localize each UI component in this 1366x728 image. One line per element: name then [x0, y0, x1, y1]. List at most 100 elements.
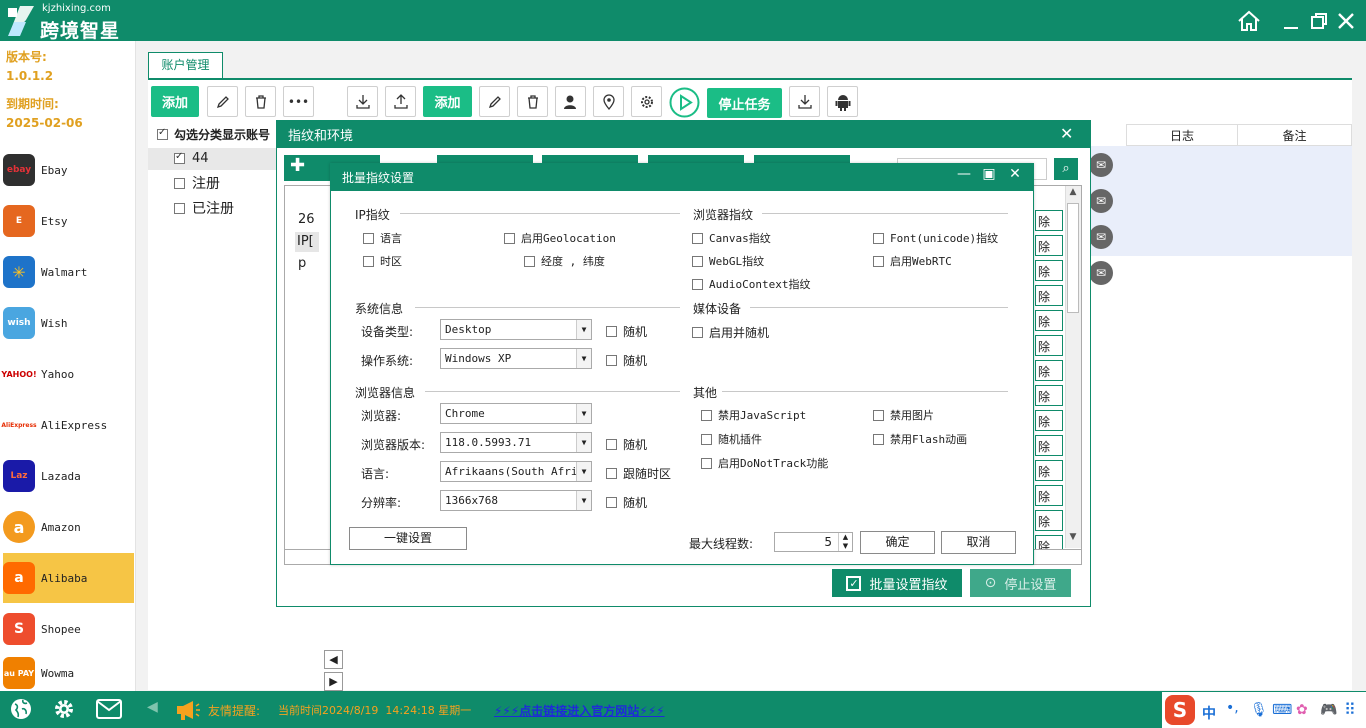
delete-row-button[interactable]: 除 [1035, 285, 1063, 306]
platform-etsy[interactable]: E Etsy [3, 196, 134, 246]
scroll-left-icon[interactable]: ◀ [324, 650, 343, 669]
opt-font[interactable]: Font(unicode)指纹 [873, 230, 998, 246]
checkbox[interactable] [504, 232, 515, 244]
checkbox[interactable] [606, 497, 617, 508]
ime-language[interactable]: 中 [1202, 703, 1216, 723]
checkbox[interactable] [701, 457, 712, 469]
opt-disable-flash[interactable]: 禁用Flash动画 [873, 431, 967, 447]
android-icon[interactable] [827, 86, 858, 117]
delete-row-button[interactable]: 除 [1035, 360, 1063, 381]
platform-lazada[interactable]: Laz Lazada [3, 451, 134, 501]
opt-webgl[interactable]: WebGL指纹 [692, 253, 764, 269]
mail-icon[interactable]: ✉ [1089, 225, 1113, 249]
opt-canvas[interactable]: Canvas指纹 [692, 230, 771, 246]
browser-select[interactable]: Chrome ▼ [440, 403, 592, 424]
home-icon[interactable] [1236, 8, 1262, 34]
sogou-ime-icon[interactable]: S [1165, 695, 1195, 725]
platform-wish[interactable]: wish Wish [3, 298, 134, 348]
dialog-minimize-icon[interactable]: — [954, 166, 974, 182]
platform-alibaba[interactable]: a Alibaba [3, 553, 134, 603]
maximize-icon[interactable] [1306, 8, 1332, 34]
stop-task-button[interactable]: 停止任务 [707, 88, 782, 118]
opt-geolocation[interactable]: 启用Geolocation [504, 230, 616, 246]
opt-language[interactable]: 语言 [363, 230, 402, 246]
checkbox[interactable] [692, 255, 703, 267]
checkbox[interactable] [701, 433, 712, 445]
opt-follow-timezone[interactable]: 跟随时区 [606, 465, 671, 482]
settings-gear-icon[interactable] [52, 697, 76, 721]
ok-button[interactable]: 确定 [860, 531, 935, 554]
checkbox[interactable] [873, 409, 884, 421]
search-icon[interactable]: ⌕ [1054, 158, 1078, 180]
trash-icon[interactable] [245, 86, 276, 117]
category-checkbox[interactable] [174, 151, 185, 164]
select-all-checkbox[interactable] [157, 127, 168, 140]
mail-icon[interactable]: ✉ [1089, 153, 1113, 177]
delete-row-button[interactable]: 除 [1035, 260, 1063, 281]
close-icon[interactable] [1333, 8, 1359, 34]
skin-icon[interactable]: ✿ [1296, 702, 1308, 718]
delete-row-button[interactable]: 除 [1035, 435, 1063, 456]
language-select[interactable]: Afrikaans(South Afri ▼ [440, 461, 592, 482]
stepper-down-icon[interactable]: ▼ [838, 542, 852, 551]
category-checkbox[interactable] [174, 177, 185, 189]
collapse-arrow-icon[interactable]: ◀ [147, 699, 158, 715]
scroll-right-icon[interactable]: ▶ [324, 672, 343, 691]
minimize-icon[interactable] [1278, 8, 1304, 34]
category-item[interactable]: 44 [174, 151, 209, 166]
checkbox[interactable] [363, 255, 374, 267]
opt-resolution-random[interactable]: 随机 [606, 494, 647, 511]
checkbox[interactable] [606, 468, 617, 479]
add-account-button[interactable]: 添加 [423, 86, 472, 117]
opt-webrtc[interactable]: 启用WebRTC [873, 253, 952, 269]
keyboard-icon[interactable]: ⌨ [1272, 702, 1292, 718]
grid-menu-icon[interactable]: ⠿ [1344, 700, 1356, 719]
resolution-select[interactable]: 1366x768 ▼ [440, 490, 592, 511]
opt-lnglat[interactable]: 经度 , 纬度 [524, 253, 605, 269]
checkbox[interactable] [692, 327, 703, 338]
gamepad-icon[interactable]: 🎮 [1320, 702, 1337, 718]
download-icon[interactable] [789, 86, 820, 117]
scroll-down-icon[interactable]: ▼ [1066, 532, 1080, 546]
add-category-button[interactable]: 添加 [151, 86, 199, 117]
platform-walmart[interactable]: ✳ Walmart [3, 247, 134, 297]
checkbox[interactable] [692, 278, 703, 290]
edit-account-icon[interactable] [479, 86, 510, 117]
opt-disable-js[interactable]: 禁用JavaScript [701, 407, 806, 423]
select-all-row[interactable]: 勾选分类显示账号 [157, 126, 270, 143]
opt-disable-images[interactable]: 禁用图片 [873, 407, 934, 423]
official-site-link[interactable]: ⚡⚡⚡点击链接进入官方网站⚡⚡⚡ [494, 702, 665, 719]
mail-icon[interactable]: ✉ [1089, 189, 1113, 213]
checkbox[interactable] [692, 232, 703, 244]
edit-icon[interactable] [207, 86, 238, 117]
browser-version-select[interactable]: 118.0.5993.71 ▼ [440, 432, 592, 453]
delete-account-icon[interactable] [517, 86, 548, 117]
user-settings-icon[interactable] [555, 86, 586, 117]
microphone-icon[interactable]: 🎙 [1250, 702, 1268, 718]
more-icon[interactable]: ••• [283, 86, 314, 117]
opt-version-random[interactable]: 随机 [606, 436, 647, 453]
env-scrollbar-thumb[interactable] [1067, 203, 1079, 313]
punctuation-icon[interactable]: •, [1226, 700, 1239, 716]
tab-account-management[interactable]: 账户管理 [148, 52, 223, 78]
checkbox[interactable] [363, 232, 374, 244]
delete-row-button[interactable]: 除 [1035, 485, 1063, 506]
checkbox[interactable] [606, 439, 617, 450]
category-item[interactable]: 已注册 [174, 198, 234, 218]
delete-row-button[interactable]: 除 [1035, 310, 1063, 331]
env-dialog-close-icon[interactable]: ✕ [1060, 124, 1073, 143]
delete-row-button[interactable]: 除 [1035, 385, 1063, 406]
delete-row-button[interactable]: 除 [1035, 410, 1063, 431]
device-type-select[interactable]: Desktop ▼ [440, 319, 592, 340]
platform-wowma[interactable]: au PAY Wowma [3, 655, 134, 691]
one-key-setup-button[interactable]: 一键设置 [349, 527, 467, 550]
delete-row-button[interactable]: 除 [1035, 510, 1063, 531]
delete-row-button[interactable]: 除 [1035, 210, 1063, 231]
delete-row-button[interactable]: 除 [1035, 460, 1063, 481]
export-icon[interactable] [385, 86, 416, 117]
opt-audiocontext[interactable]: AudioContext指纹 [692, 276, 810, 292]
delete-row-button[interactable]: 除 [1035, 335, 1063, 356]
play-icon[interactable] [669, 87, 700, 118]
opt-do-not-track[interactable]: 启用DoNotTrack功能 [701, 455, 828, 471]
platform-shopee[interactable]: S Shopee [3, 604, 134, 654]
